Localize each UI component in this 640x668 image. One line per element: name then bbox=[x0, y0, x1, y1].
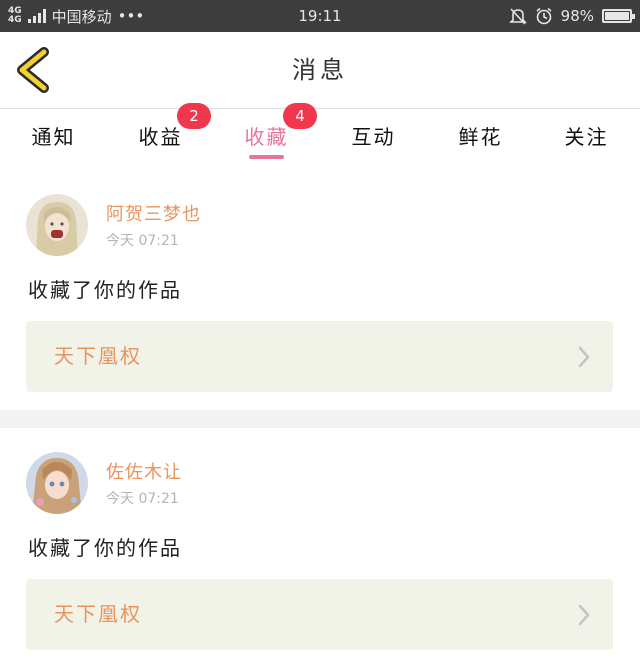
tab-following[interactable]: 关注 bbox=[533, 109, 640, 167]
tab-label: 互动 bbox=[351, 125, 396, 149]
tab-flowers[interactable]: 鲜花 bbox=[427, 109, 534, 167]
tab-earnings[interactable]: 收益 2 bbox=[107, 103, 214, 167]
message-card: 阿贺三梦也 今天 07:21 收藏了你的作品 天下凰权 bbox=[0, 170, 640, 410]
avatar[interactable] bbox=[26, 452, 88, 514]
back-button[interactable] bbox=[12, 46, 56, 94]
message-feed: 阿贺三梦也 今天 07:21 收藏了你的作品 天下凰权 佐佐木让 今天 07:2… bbox=[0, 170, 640, 668]
avatar-image bbox=[26, 452, 88, 514]
timestamp: 今天 07:21 bbox=[106, 491, 179, 507]
tab-label: 关注 bbox=[564, 125, 609, 149]
network-type-bottom: 4G bbox=[8, 15, 22, 25]
tab-interactions[interactable]: 互动 bbox=[320, 109, 427, 167]
tab-label: 通知 bbox=[31, 125, 76, 149]
status-more: ••• bbox=[117, 7, 145, 25]
avatar[interactable] bbox=[26, 194, 88, 256]
work-card[interactable]: 天下凰权 bbox=[26, 579, 613, 650]
tab-notifications[interactable]: 通知 bbox=[0, 109, 107, 167]
alarm-icon bbox=[536, 7, 552, 25]
active-tab-indicator bbox=[249, 155, 284, 159]
battery-percent: 98% bbox=[560, 7, 594, 25]
page-title: 消息 bbox=[292, 56, 348, 84]
battery-icon bbox=[602, 9, 635, 23]
card-divider bbox=[0, 410, 640, 428]
chevron-right-icon bbox=[578, 604, 590, 626]
username[interactable]: 佐佐木让 bbox=[106, 458, 182, 484]
message-text: 收藏了你的作品 bbox=[28, 536, 182, 560]
signal-icon bbox=[27, 9, 46, 23]
status-right: 98% bbox=[508, 0, 635, 32]
message-card: 佐佐木让 今天 07:21 收藏了你的作品 天下凰权 bbox=[0, 428, 640, 668]
tab-bar: 通知 收益 2 收藏 4 互动 鲜花 关注 bbox=[0, 103, 640, 167]
message-text: 收藏了你的作品 bbox=[28, 278, 182, 302]
carrier-name: 中国移动 bbox=[51, 7, 112, 26]
work-title: 天下凰权 bbox=[54, 602, 142, 626]
mute-bell-icon bbox=[508, 8, 527, 25]
tab-favorites[interactable]: 收藏 4 bbox=[213, 103, 320, 167]
avatar-image bbox=[26, 194, 88, 256]
battery-fill bbox=[605, 12, 629, 20]
unread-badge: 4 bbox=[283, 103, 317, 129]
work-title: 天下凰权 bbox=[54, 344, 142, 368]
network-type: 4G 4G bbox=[8, 7, 22, 25]
unread-badge: 2 bbox=[177, 103, 211, 129]
chevron-left-icon bbox=[17, 47, 49, 93]
work-card[interactable]: 天下凰权 bbox=[26, 321, 613, 392]
status-left: 4G 4G 中国移动 ••• bbox=[8, 0, 144, 32]
tab-label: 鲜花 bbox=[458, 125, 503, 149]
username[interactable]: 阿贺三梦也 bbox=[106, 200, 201, 226]
timestamp: 今天 07:21 bbox=[106, 233, 179, 249]
chevron-right-icon bbox=[578, 346, 590, 368]
status-bar: 4G 4G 中国移动 ••• 19:11 98% bbox=[0, 0, 640, 32]
title-bar: 消息 bbox=[0, 32, 640, 109]
